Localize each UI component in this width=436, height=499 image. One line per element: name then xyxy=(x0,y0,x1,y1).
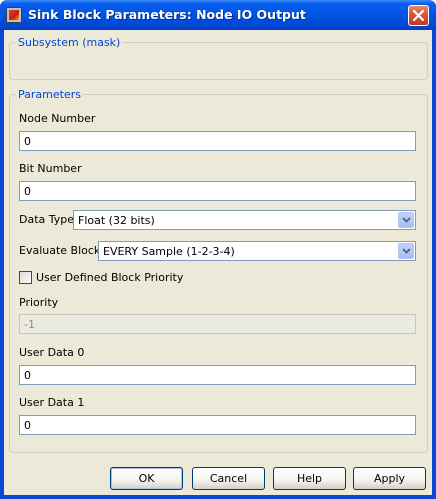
priority-label: Priority xyxy=(19,296,59,309)
user-data-0-input[interactable] xyxy=(19,365,416,385)
user-data-0-label: User Data 0 xyxy=(19,346,85,359)
data-type-value: Float (32 bits) xyxy=(78,214,155,227)
evaluate-blocks-value: EVERY Sample (1-2-3-4) xyxy=(103,245,235,258)
user-data-1-input[interactable] xyxy=(19,415,416,435)
apply-button[interactable]: Apply xyxy=(353,467,426,490)
node-number-label: Node Number xyxy=(19,112,96,125)
user-data-1-label: User Data 1 xyxy=(19,396,85,409)
cancel-button[interactable]: Cancel xyxy=(192,467,265,490)
title-bar[interactable]: Sink Block Parameters: Node IO Output xyxy=(0,0,436,30)
user-defined-priority-checkbox[interactable] xyxy=(19,271,32,284)
bit-number-label: Bit Number xyxy=(19,162,82,175)
subsystem-group: Subsystem (mask) xyxy=(9,36,428,80)
close-button[interactable] xyxy=(408,5,429,26)
parameters-legend: Parameters xyxy=(18,88,81,101)
bit-number-input[interactable] xyxy=(19,181,416,201)
data-type-select[interactable]: Float (32 bits) xyxy=(73,210,416,230)
priority-input xyxy=(19,314,416,334)
data-type-label: Data Type xyxy=(19,213,75,226)
close-icon xyxy=(413,10,424,21)
evaluate-blocks-label: Evaluate Blocks xyxy=(19,244,107,257)
dialog-body: Subsystem (mask) Parameters Node Number … xyxy=(4,30,432,495)
chevron-down-icon xyxy=(402,248,411,254)
evaluate-blocks-dropdown-button[interactable] xyxy=(398,243,414,259)
chevron-down-icon xyxy=(402,217,411,223)
data-type-dropdown-button[interactable] xyxy=(398,212,414,228)
ok-button[interactable]: OK xyxy=(110,467,183,490)
evaluate-blocks-select[interactable]: EVERY Sample (1-2-3-4) xyxy=(98,241,416,261)
app-icon[interactable] xyxy=(6,7,22,23)
window-title: Sink Block Parameters: Node IO Output xyxy=(28,7,306,22)
node-number-input[interactable] xyxy=(19,131,416,151)
subsystem-legend: Subsystem (mask) xyxy=(18,36,121,49)
user-defined-priority-label[interactable]: User Defined Block Priority xyxy=(36,271,183,284)
dialog-window: Sink Block Parameters: Node IO Output Su… xyxy=(0,0,436,499)
help-button[interactable]: Help xyxy=(273,467,346,490)
